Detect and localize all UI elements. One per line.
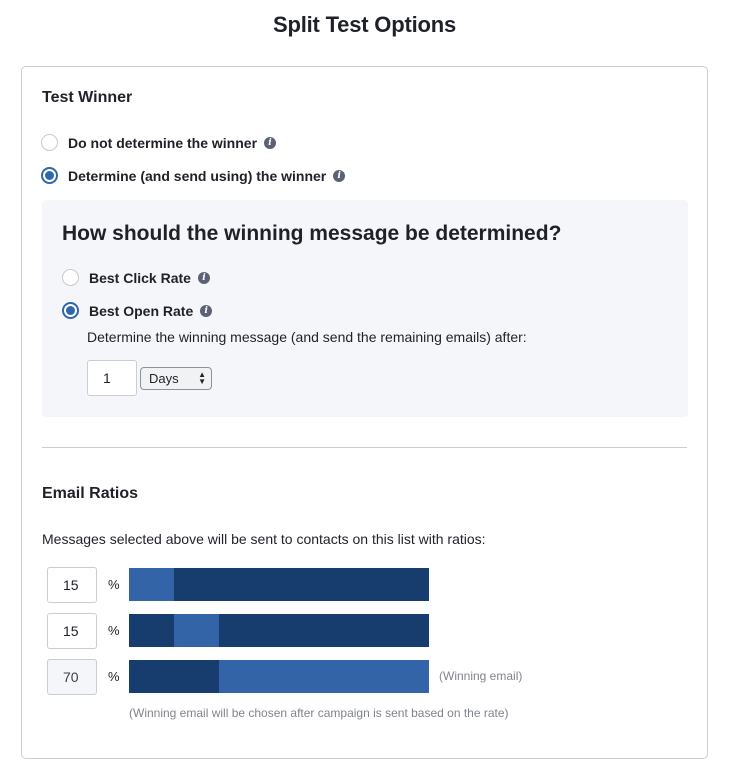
split-test-options-card: Test Winner Do not determine the winner … <box>21 66 708 759</box>
percent-label: % <box>108 577 120 592</box>
winning-footnote: (Winning email will be chosen after camp… <box>129 706 509 720</box>
winning-email-label: (Winning email) <box>439 669 523 683</box>
info-icon[interactable]: i <box>197 271 210 284</box>
radio-do-not-determine[interactable]: Do not determine the winner i <box>41 134 277 151</box>
duration-unit-select[interactable]: Days ▲ ▼ <box>140 367 212 390</box>
ratio-bar <box>129 614 429 647</box>
info-icon[interactable]: i <box>264 136 277 149</box>
determination-panel: How should the winning message be determ… <box>42 200 688 417</box>
radio-label: Do not determine the winner <box>68 134 258 151</box>
radio-best-click-rate[interactable]: Best Click Rate i <box>62 269 210 286</box>
test-winner-title: Test Winner <box>42 89 133 106</box>
radio-button[interactable] <box>62 302 79 319</box>
radio-label: Best Click Rate <box>89 269 191 286</box>
radio-label: Best Open Rate <box>89 302 194 319</box>
percent-label: % <box>108 623 120 638</box>
info-icon[interactable]: i <box>333 169 346 182</box>
ratio-bar <box>129 568 429 601</box>
select-arrows-icon: ▲ ▼ <box>198 370 206 386</box>
section-divider <box>42 447 687 448</box>
duration-unit-value: Days <box>149 371 179 386</box>
determination-helper-text: Determine the winning message (and send … <box>87 329 527 345</box>
determination-title: How should the winning message be determ… <box>62 222 562 245</box>
radio-button[interactable] <box>62 269 79 286</box>
ratio-bar-segment <box>174 614 219 647</box>
radio-best-open-rate[interactable]: Best Open Rate i <box>62 302 213 319</box>
ratio-input[interactable]: 15 <box>47 613 97 649</box>
ratio-input: 70 <box>47 659 97 695</box>
info-icon[interactable]: i <box>200 304 213 317</box>
percent-label: % <box>108 669 120 684</box>
ratio-bar-segment <box>129 568 174 601</box>
email-ratios-description: Messages selected above will be sent to … <box>42 531 486 547</box>
ratio-bar <box>129 660 429 693</box>
radio-determine-winner[interactable]: Determine (and send using) the winner i <box>41 167 346 184</box>
ratio-input[interactable]: 15 <box>47 567 97 603</box>
page-title: Split Test Options <box>273 12 456 37</box>
radio-button[interactable] <box>41 167 58 184</box>
duration-input[interactable]: 1 <box>87 360 137 396</box>
email-ratios-title: Email Ratios <box>42 485 139 502</box>
radio-label: Determine (and send using) the winner <box>68 167 327 184</box>
ratio-bar-segment <box>219 660 429 693</box>
radio-button[interactable] <box>41 134 58 151</box>
